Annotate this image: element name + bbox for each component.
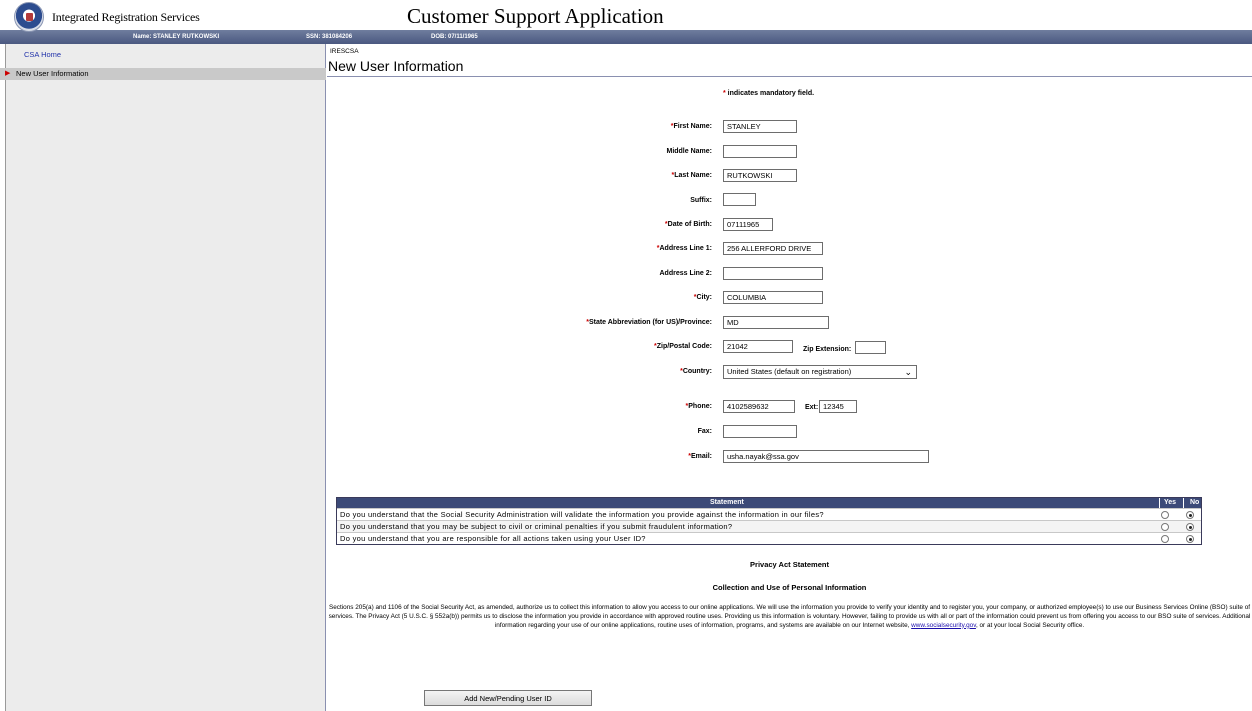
address-line-1-label: *Address Line 1:	[656, 245, 712, 252]
state-label: *State Abbreviation (for US)/Province:	[586, 319, 712, 326]
triangle-right-icon: ▶	[5, 70, 11, 77]
yes-column-header: Yes	[1164, 499, 1177, 506]
statement-2-yes-radio[interactable]	[1161, 523, 1169, 531]
statement-1-no-radio[interactable]	[1186, 511, 1194, 519]
table-row: Do you understand that the Social Securi…	[337, 508, 1201, 520]
phone-label: *Phone:	[685, 403, 712, 410]
statement-1-yes-radio[interactable]	[1161, 511, 1169, 519]
csa-home-link[interactable]: CSA Home	[24, 50, 61, 59]
sidebar-item-label: New User Information	[16, 69, 89, 78]
main-content: IRESCSA New User Information * indicates…	[327, 44, 1252, 711]
last-name-label: *Last Name:	[671, 172, 712, 179]
chevron-down-icon: ⌄	[904, 367, 912, 377]
zip-label: *Zip/Postal Code:	[654, 343, 712, 350]
address-line-1-field[interactable]: 256 ALLERFORD DRIVE	[723, 242, 823, 255]
country-select[interactable]: United States (default on registration) …	[723, 365, 917, 379]
zip-field[interactable]: 21042	[723, 340, 793, 353]
app-title: Customer Support Application	[407, 4, 664, 28]
org-name: Integrated Registration Services	[52, 10, 200, 24]
zip-extension-label: Zip Extension:	[803, 346, 852, 353]
middle-name-label: Middle Name:	[666, 148, 712, 155]
privacy-act-text: Sections 205(a) and 1106 of the Social S…	[328, 604, 1251, 629]
table-row: Do you understand that you are responsib…	[337, 532, 1201, 544]
phone-field[interactable]: 4102589632	[723, 400, 795, 413]
first-name-field[interactable]: STANLEY	[723, 120, 797, 133]
user-info-bar: Name: STANLEY RUTKOWSKI SSN: 381084206 D…	[0, 30, 1252, 44]
statement-table-header: Statement Yes No	[337, 498, 1201, 508]
statement-2-no-radio[interactable]	[1186, 523, 1194, 531]
sidebar: CSA Home ▶ New User Information	[0, 44, 326, 711]
last-name-field[interactable]: RUTKOWSKI	[723, 169, 797, 182]
suffix-field[interactable]	[723, 193, 756, 206]
page-title: New User Information	[328, 58, 464, 74]
statement-text: Do you understand that you are responsib…	[340, 534, 646, 543]
email-label: *Email:	[688, 453, 712, 460]
state-field[interactable]: MD	[723, 316, 829, 329]
email-field[interactable]: usha.nayak@ssa.gov	[723, 450, 929, 463]
table-row: Do you understand that you may be subjec…	[337, 520, 1201, 532]
user-dob: DOB: 07/11/1965	[431, 34, 478, 40]
statement-column-header: Statement	[710, 499, 744, 506]
fax-field[interactable]	[723, 425, 797, 438]
column-divider	[1159, 498, 1160, 508]
statement-3-yes-radio[interactable]	[1161, 535, 1169, 543]
middle-name-field[interactable]	[723, 145, 797, 158]
phone-ext-label: Ext:	[805, 404, 819, 411]
app-header: Integrated Registration Services Custome…	[0, 0, 1252, 32]
dob-label: *Date of Birth:	[664, 221, 712, 228]
user-ssn: SSN: 381084206	[306, 34, 353, 40]
address-line-2-label: Address Line 2:	[659, 270, 712, 277]
user-name: Name: STANLEY RUTKOWSKI	[133, 34, 220, 40]
add-user-id-button[interactable]: Add New/Pending User ID	[424, 690, 592, 706]
zip-extension-field[interactable]	[855, 341, 886, 354]
page-code: IRESCSA	[330, 48, 359, 55]
sidebar-item-new-user-information[interactable]: ▶ New User Information	[0, 68, 326, 80]
city-field[interactable]: COLUMBIA	[723, 291, 823, 304]
statement-table: Statement Yes No Do you understand that …	[336, 497, 1202, 545]
fax-label: Fax:	[697, 428, 712, 435]
address-line-2-field[interactable]	[723, 267, 823, 280]
first-name-label: *First Name:	[670, 123, 712, 130]
no-column-header: No	[1190, 499, 1200, 506]
mandatory-note: * indicates mandatory field.	[723, 90, 815, 97]
privacy-act-title: Privacy Act Statement	[750, 560, 829, 569]
dob-field[interactable]: 07111965	[723, 218, 773, 231]
column-divider	[1183, 498, 1184, 508]
phone-ext-field[interactable]: 12345	[819, 400, 857, 413]
city-label: *City:	[693, 294, 712, 301]
agency-seal-icon	[14, 2, 44, 32]
suffix-label: Suffix:	[690, 197, 712, 204]
country-selected-value: United States (default on registration)	[727, 367, 852, 376]
country-label: *Country:	[680, 368, 712, 375]
privacy-act-subtitle: Collection and Use of Personal Informati…	[712, 583, 867, 592]
title-divider	[327, 76, 1252, 77]
socialsecurity-link[interactable]: www.socialsecurity.gov	[911, 622, 976, 629]
statement-3-no-radio[interactable]	[1186, 535, 1194, 543]
